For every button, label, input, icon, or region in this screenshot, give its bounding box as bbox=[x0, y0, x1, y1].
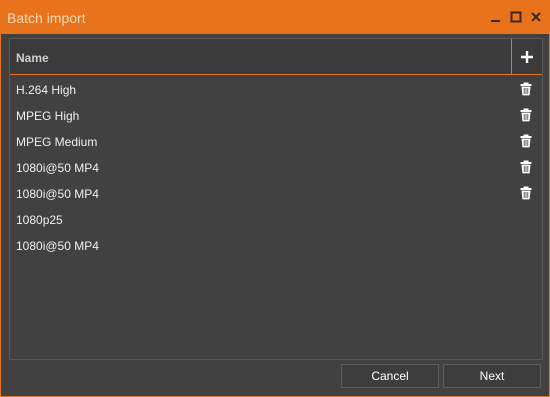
window-title: Batch import bbox=[7, 10, 86, 26]
list-header: Name bbox=[10, 39, 542, 75]
maximize-button[interactable] bbox=[509, 10, 523, 24]
preset-list-panel: Name H.264 High MPEG High MPEG Medium 1080i… bbox=[9, 38, 543, 360]
cancel-button[interactable]: Cancel bbox=[341, 364, 439, 388]
list-item[interactable]: 1080i@50 MP4 bbox=[10, 181, 542, 207]
preset-list: H.264 High MPEG High MPEG Medium 1080i@50 M… bbox=[10, 77, 542, 259]
list-item-label: H.264 High bbox=[16, 83, 77, 97]
trash-icon[interactable] bbox=[519, 186, 533, 200]
list-item-label: MPEG Medium bbox=[16, 135, 98, 149]
close-button[interactable] bbox=[529, 10, 543, 24]
list-item[interactable]: H.264 High bbox=[10, 77, 542, 103]
plus-icon bbox=[521, 50, 533, 63]
trash-icon[interactable] bbox=[519, 108, 533, 122]
list-item-label: 1080i@50 MP4 bbox=[16, 239, 99, 253]
batch-import-window: Batch import Name H.264 High MPEG High M… bbox=[0, 0, 550, 397]
trash-icon[interactable] bbox=[519, 82, 533, 96]
list-item[interactable]: MPEG Medium bbox=[10, 129, 542, 155]
window-controls bbox=[489, 10, 543, 24]
list-item-label: 1080i@50 MP4 bbox=[16, 187, 99, 201]
close-icon bbox=[531, 12, 541, 22]
list-item-label: 1080p25 bbox=[16, 213, 63, 227]
list-item-label: 1080i@50 MP4 bbox=[16, 161, 99, 175]
trash-icon[interactable] bbox=[519, 134, 533, 148]
add-preset-button[interactable] bbox=[511, 39, 542, 74]
list-item[interactable]: 1080i@50 MP4 bbox=[10, 155, 542, 181]
next-button[interactable]: Next bbox=[443, 364, 541, 388]
list-item-label: MPEG High bbox=[16, 109, 80, 123]
minimize-button[interactable] bbox=[489, 10, 503, 24]
list-item[interactable]: MPEG High bbox=[10, 103, 542, 129]
list-item[interactable]: 1080i@50 MP4 bbox=[10, 233, 542, 259]
trash-icon[interactable] bbox=[519, 160, 533, 174]
list-item[interactable]: 1080p25 bbox=[10, 207, 542, 233]
title-bar: Batch import bbox=[1, 1, 549, 34]
minimize-icon bbox=[491, 20, 500, 22]
name-column-header: Name bbox=[16, 51, 49, 65]
maximize-icon bbox=[510, 11, 522, 23]
